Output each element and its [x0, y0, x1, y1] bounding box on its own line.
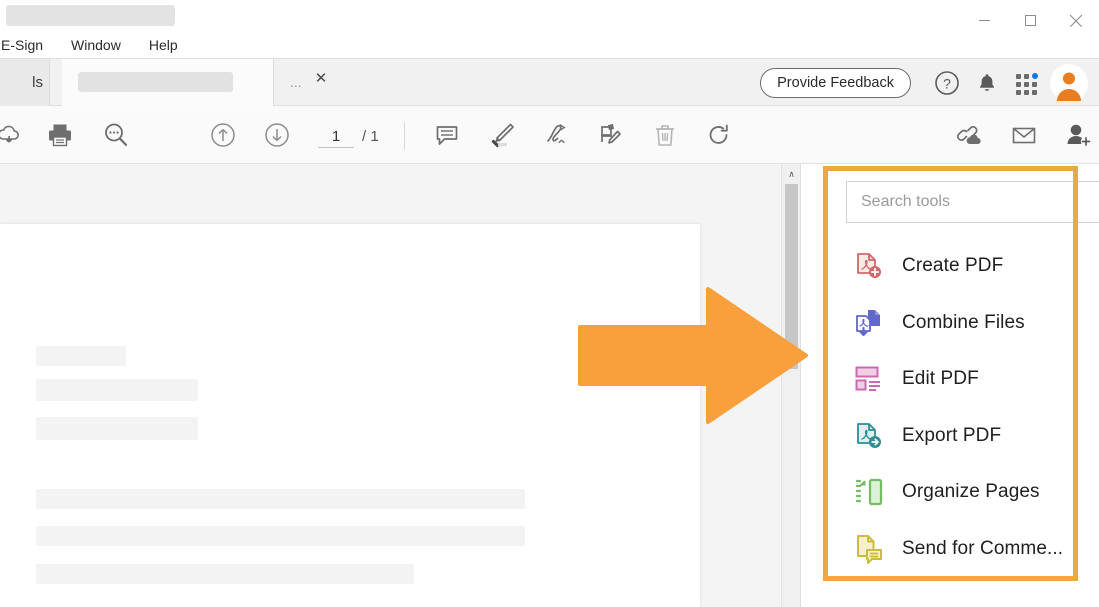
tools-panel: Create PDF Combine Files [800, 164, 1099, 607]
zoom-search-icon[interactable] [98, 117, 134, 153]
scroll-up-arrow-icon[interactable]: ∧ [782, 164, 801, 184]
rotate-icon[interactable] [701, 117, 737, 153]
provide-feedback-button[interactable]: Provide Feedback [760, 67, 911, 98]
page-total-label: / 1 [362, 128, 379, 145]
tool-item-export-pdf[interactable]: Export PDF [846, 408, 1099, 465]
pdf-page[interactable] [0, 224, 700, 607]
tool-label: Send for Comme... [902, 537, 1064, 559]
edit-pdf-icon [854, 364, 884, 394]
content-placeholder [36, 379, 198, 401]
tool-item-create-pdf[interactable]: Create PDF [846, 238, 1099, 295]
content-placeholder [36, 526, 525, 546]
app-grid-icon[interactable] [1007, 63, 1047, 103]
tab-tools-label: ls [32, 74, 43, 91]
menu-bar: E-Sign Window Help [0, 32, 1099, 59]
tool-label: Edit PDF [902, 368, 979, 390]
svg-text:?: ? [943, 75, 951, 91]
content-placeholder [36, 564, 414, 584]
tools-list: Create PDF Combine Files Edit PDF Export… [846, 238, 1099, 577]
tool-item-edit-pdf[interactable]: Edit PDF [846, 351, 1099, 408]
organize-pages-icon [854, 477, 884, 507]
search-tools-box[interactable] [846, 181, 1099, 223]
menu-item-esign[interactable]: E-Sign [0, 34, 51, 56]
page-number-input[interactable]: 1 [318, 126, 354, 148]
content-placeholder [36, 489, 525, 509]
tab-document-ellipsis: ... [290, 74, 302, 90]
create-pdf-icon [854, 251, 884, 281]
tool-item-send-for-comments[interactable]: Send for Comme... [846, 521, 1099, 578]
document-canvas[interactable] [0, 164, 781, 607]
scrollbar-thumb[interactable] [785, 184, 798, 369]
save-to-cloud-icon[interactable] [0, 117, 27, 153]
tool-label: Create PDF [902, 255, 1004, 277]
content-placeholder [36, 346, 126, 366]
user-avatar[interactable] [1047, 61, 1091, 105]
window-title-placeholder [6, 5, 175, 26]
export-pdf-icon [854, 421, 884, 451]
print-icon[interactable] [42, 117, 78, 153]
highlight-icon[interactable] [484, 117, 520, 153]
previous-page-icon[interactable] [205, 117, 241, 153]
comment-icon[interactable] [429, 117, 465, 153]
add-person-icon[interactable] [1060, 117, 1096, 153]
toolbar-separator [404, 122, 405, 150]
fill-and-sign-icon[interactable] [593, 117, 629, 153]
next-page-icon[interactable] [259, 117, 295, 153]
help-icon[interactable]: ? [927, 63, 967, 103]
tab-strip-right-actions: Provide Feedback ? [760, 59, 1091, 106]
menu-item-window[interactable]: Window [63, 34, 129, 56]
tab-document[interactable]: ... ✕ [62, 59, 327, 106]
tab-document-title-placeholder [78, 72, 233, 92]
email-icon[interactable] [1006, 117, 1042, 153]
tool-label: Export PDF [902, 424, 1002, 446]
provide-feedback-label: Provide Feedback [777, 74, 894, 91]
send-for-comments-icon [854, 534, 884, 564]
content-placeholder [36, 417, 198, 440]
app-grid-dots [1016, 72, 1038, 95]
tool-item-organize-pages[interactable]: Organize Pages [846, 464, 1099, 521]
search-tools-input[interactable] [861, 193, 1099, 211]
acrobat-window: E-Sign Window Help ls ... ✕ Provide Feed… [0, 0, 1099, 607]
menu-item-help[interactable]: Help [141, 34, 186, 56]
tool-label: Combine Files [902, 311, 1025, 333]
combine-files-icon [854, 308, 884, 338]
tool-label: Organize Pages [902, 481, 1040, 503]
tab-tools[interactable]: ls [0, 59, 50, 106]
main-toolbar: 1 / 1 [0, 106, 1099, 164]
delete-icon[interactable] [647, 117, 683, 153]
tool-item-combine-files[interactable]: Combine Files [846, 295, 1099, 352]
notification-bell-icon[interactable] [967, 63, 1007, 103]
page-number-value: 1 [331, 128, 341, 145]
tab-document-close-icon[interactable]: ✕ [312, 69, 330, 87]
vertical-scrollbar[interactable]: ∧ [781, 164, 800, 607]
sign-icon[interactable] [538, 117, 574, 153]
share-link-icon[interactable] [951, 117, 987, 153]
tab-strip: ls ... ✕ Provide Feedback ? [0, 59, 1099, 106]
